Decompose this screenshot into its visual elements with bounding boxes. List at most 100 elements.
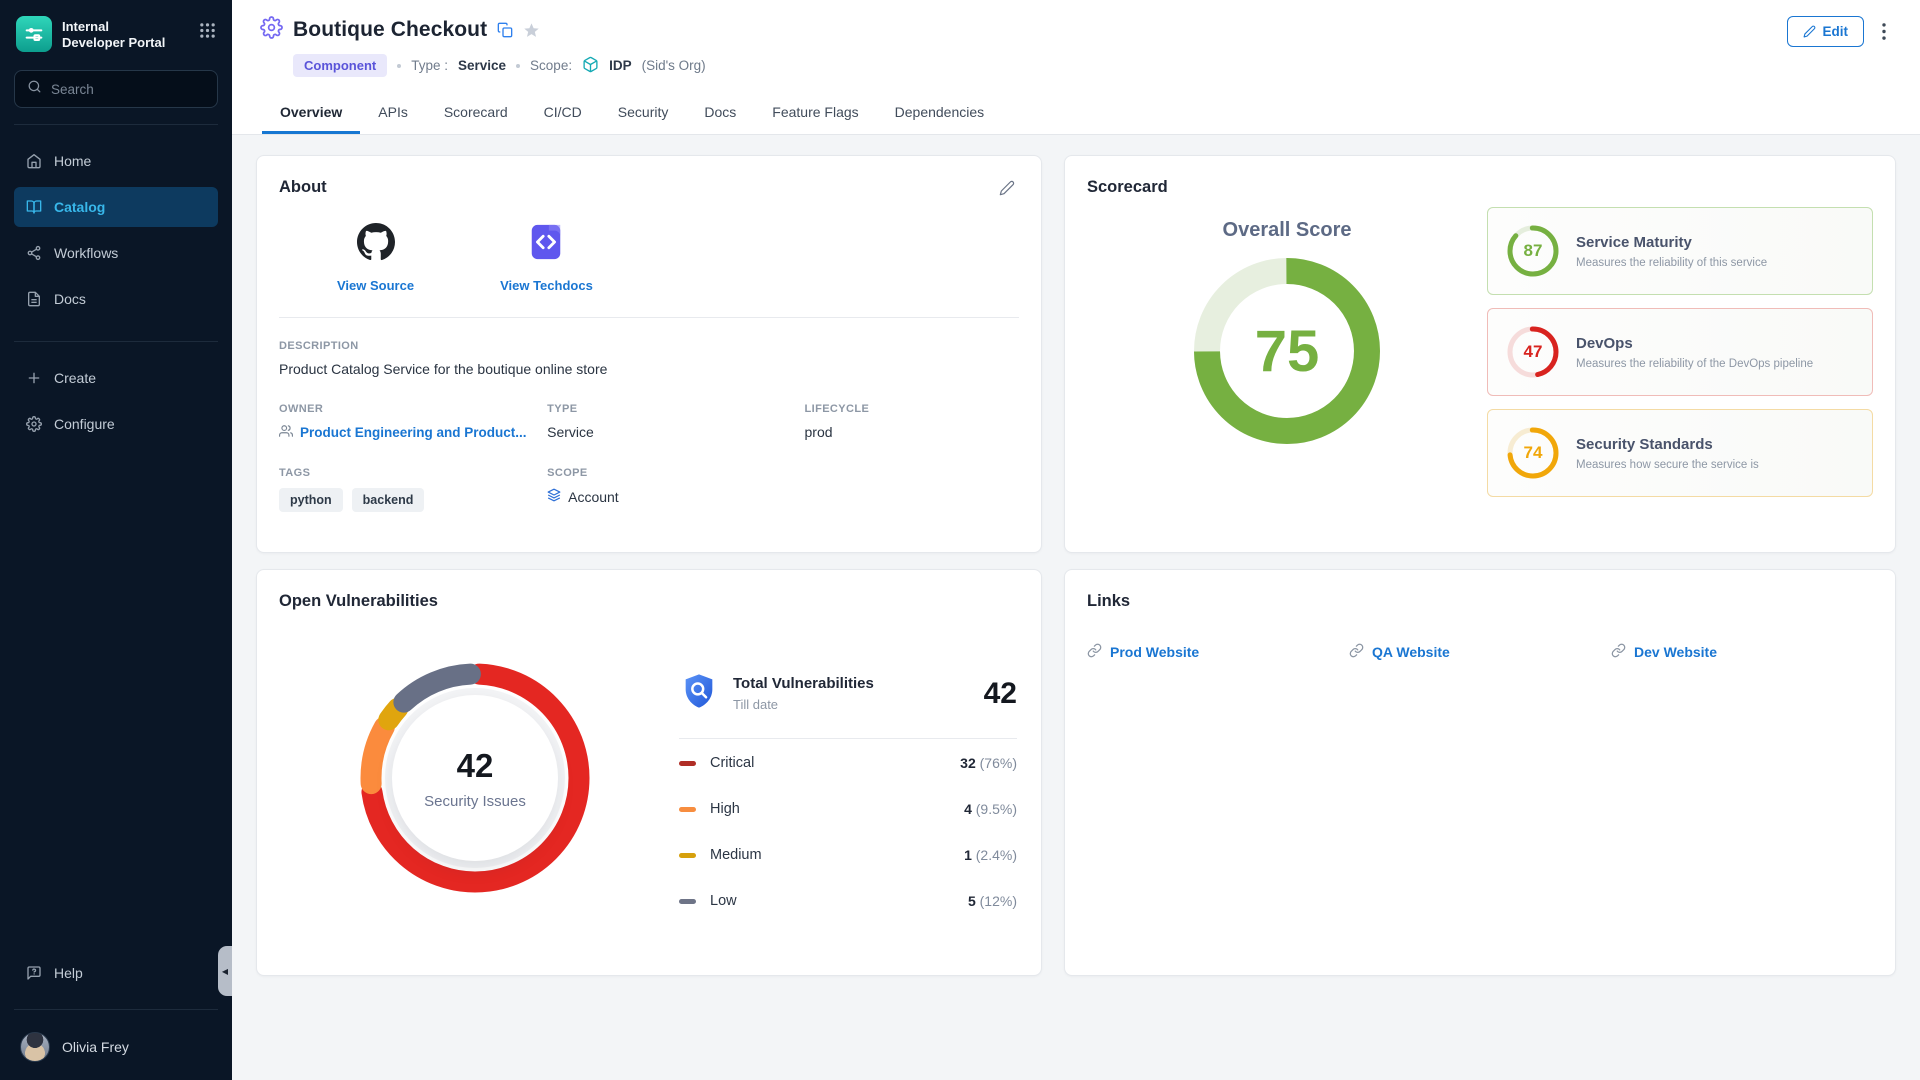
type-label: Type : — [411, 58, 448, 73]
link-icon — [1611, 643, 1626, 661]
sidebar-search[interactable] — [14, 70, 218, 108]
links-card: Links Prod Website — [1064, 569, 1896, 976]
severity-dash — [679, 807, 696, 812]
user-menu[interactable]: Olivia Frey — [14, 1026, 218, 1062]
sidebar-item-create[interactable]: Create — [14, 358, 218, 398]
scope-value: IDP — [609, 58, 632, 73]
tab-cicd[interactable]: CI/CD — [526, 91, 600, 134]
tab-scorecard[interactable]: Scorecard — [426, 91, 526, 134]
dot-separator — [516, 64, 520, 68]
prod-website-link[interactable]: Prod Website — [1087, 643, 1349, 661]
scorecard-tile-security-standards[interactable]: 74 Security Standards Measures how secur… — [1487, 409, 1873, 497]
type-field-value: Service — [547, 424, 804, 440]
severity-row-low: Low 5 (12%) — [679, 879, 1017, 923]
app-logo-icon — [16, 16, 52, 52]
scorecard-tile-service-maturity[interactable]: 87 Service Maturity Measures the reliabi… — [1487, 207, 1873, 295]
sidebar-item-label: Help — [54, 965, 83, 981]
qa-website-link[interactable]: QA Website — [1349, 643, 1611, 661]
view-techdocs-link[interactable]: View Techdocs — [500, 223, 593, 293]
owner-link[interactable]: Product Engineering and Product... — [279, 424, 547, 441]
techdocs-icon — [527, 223, 565, 266]
sidebar-item-label: Create — [54, 370, 96, 386]
cube-icon — [582, 56, 599, 76]
edit-button[interactable]: Edit — [1787, 16, 1865, 47]
sidebar-item-label: Workflows — [54, 245, 118, 261]
dev-website-link[interactable]: Dev Website — [1611, 643, 1873, 661]
vulnerabilities-card-title: Open Vulnerabilities — [279, 592, 1019, 611]
severity-row-high: High 4 (9.5%) — [679, 787, 1017, 831]
search-input[interactable] — [51, 82, 205, 97]
tab-overview[interactable]: Overview — [262, 91, 360, 134]
tab-feature-flags[interactable]: Feature Flags — [754, 91, 876, 134]
view-source-link[interactable]: View Source — [337, 223, 414, 293]
scorecard-tile-devops[interactable]: 47 DevOps Measures the reliability of th… — [1487, 308, 1873, 396]
tab-docs[interactable]: Docs — [686, 91, 754, 134]
gear-icon — [26, 416, 42, 432]
scorecard-card-title: Scorecard — [1087, 178, 1873, 197]
users-icon — [279, 424, 293, 441]
sidebar-item-label: Catalog — [54, 199, 105, 215]
apps-grid-icon[interactable] — [199, 16, 216, 44]
tab-dependencies[interactable]: Dependencies — [877, 91, 1003, 134]
divider — [14, 1009, 218, 1010]
vulnerabilities-card: Open Vulnerabilities 42 — [256, 569, 1042, 976]
tab-security[interactable]: Security — [600, 91, 687, 134]
sidebar-item-label: Docs — [54, 291, 86, 307]
avatar — [20, 1032, 50, 1062]
tab-apis[interactable]: APIs — [360, 91, 426, 134]
severity-row-medium: Medium 1 (2.4%) — [679, 833, 1017, 877]
divider — [14, 341, 218, 342]
page-title: Boutique Checkout — [293, 18, 487, 42]
component-gear-icon — [260, 16, 283, 44]
severity-row-critical: Critical 32 (76%) — [679, 741, 1017, 785]
edit-about-icon[interactable] — [999, 180, 1015, 196]
sidebar-nav: Home Catalog Workflows — [14, 141, 218, 325]
brand: Internal Developer Portal — [14, 14, 218, 52]
divider — [679, 738, 1017, 739]
score-ring: 87 — [1506, 224, 1560, 278]
sidebar-item-home[interactable]: Home — [14, 141, 218, 181]
kind-badge: Component — [293, 54, 387, 77]
plus-icon — [26, 370, 42, 386]
app-root: Internal Developer Portal — [0, 0, 1920, 1080]
help-icon — [26, 965, 42, 981]
sidebar-item-catalog[interactable]: Catalog — [14, 187, 218, 227]
shield-search-icon — [679, 671, 719, 716]
scorecard-card: Scorecard Overall Score 75 — [1064, 155, 1896, 553]
about-card: About View Source — [256, 155, 1042, 553]
sidebar-item-configure[interactable]: Configure — [14, 404, 218, 444]
severity-dash — [679, 899, 696, 904]
sidebar-item-docs[interactable]: Docs — [14, 279, 218, 319]
main-area: Boutique Checkout Component Type : — [232, 0, 1920, 1080]
breadcrumb: Component Type : Service Scope: IDP (Sid… — [293, 54, 1886, 77]
tag-chip[interactable]: python — [279, 488, 343, 512]
lifecycle-value: prod — [805, 424, 1020, 440]
description-value: Product Catalog Service for the boutique… — [279, 361, 1019, 377]
copy-icon[interactable] — [497, 22, 513, 38]
user-name: Olivia Frey — [62, 1039, 129, 1055]
score-ring: 74 — [1506, 426, 1560, 480]
book-icon — [26, 199, 42, 215]
lifecycle-label: LIFECYCLE — [805, 403, 1020, 415]
brand-title: Internal Developer Portal — [62, 16, 189, 52]
total-vulnerabilities-value: 42 — [984, 677, 1017, 711]
description-label: DESCRIPTION — [279, 340, 1019, 352]
layers-icon — [547, 488, 561, 505]
scope-field-value: Account — [547, 488, 804, 505]
severity-dash — [679, 853, 696, 858]
tag-chip[interactable]: backend — [352, 488, 425, 512]
sidebar-item-workflows[interactable]: Workflows — [14, 233, 218, 273]
score-ring: 47 — [1506, 325, 1560, 379]
github-icon — [357, 223, 395, 266]
scope-field-label: SCOPE — [547, 467, 804, 479]
vulnerabilities-donut-center: 42 Security Issues — [392, 695, 558, 861]
overall-score-donut: 75 — [1192, 256, 1382, 446]
document-icon — [26, 291, 42, 307]
search-icon — [27, 79, 42, 99]
star-icon[interactable] — [523, 22, 540, 39]
more-options-icon[interactable] — [1878, 19, 1890, 44]
home-icon — [26, 153, 42, 169]
sidebar-collapse-handle[interactable]: ◀ — [218, 946, 232, 996]
sidebar-item-label: Home — [54, 153, 91, 169]
sidebar-item-help[interactable]: Help — [14, 953, 218, 993]
